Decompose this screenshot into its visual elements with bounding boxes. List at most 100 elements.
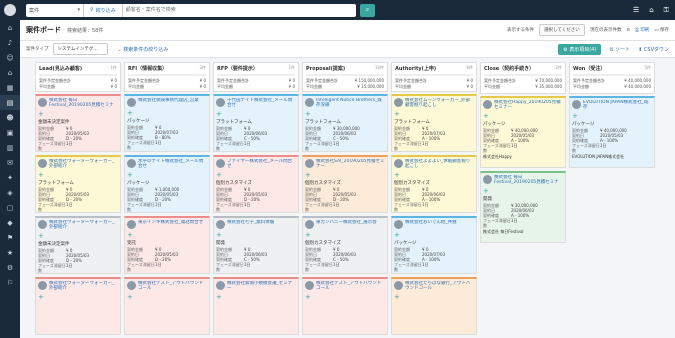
- home-icon[interactable]: ⌂: [0, 65, 20, 80]
- deal-card[interactable]: 株式会社ウォーターウォーカー_外部紹介 + プラットフォーム 契約金額 ¥ 0 契約日 20…: [35, 155, 121, 213]
- deal-name-link[interactable]: Intelligent Notice Brothers_既存深耕: [316, 98, 385, 108]
- deal-card[interactable]: 株式会社テスト_アウトバウンドコール +: [302, 277, 388, 335]
- add-icon[interactable]: +: [305, 110, 385, 118]
- filter-button[interactable]: ⚲ 絞り込み: [84, 3, 123, 17]
- print-button[interactable]: ⎙ 印刷: [635, 27, 649, 33]
- search-button[interactable]: ⌕: [360, 3, 375, 17]
- deal-name-link[interactable]: 株式会社よよよい_休眠顧客掘り起こし: [405, 159, 474, 169]
- deal-card[interactable]: 株式会社 毎日Festival_20190205見積セミナー+金額未決定案件契約…: [35, 94, 121, 152]
- deal-name-link[interactable]: 東京インキ株式会社_電話問合せ: [138, 220, 203, 225]
- bag-icon[interactable]: ◈: [0, 185, 20, 200]
- csv-download-button[interactable]: ⬇ CSVダウン: [638, 46, 669, 53]
- bell-icon[interactable]: ♪: [0, 35, 20, 50]
- add-icon[interactable]: +: [394, 110, 474, 118]
- deal-name-link[interactable]: 株式会社無償小規模会議_セミナー: [227, 281, 296, 291]
- deal-name-link[interactable]: 株式会社おいでん他_共催: [405, 220, 457, 225]
- deal-name-link[interactable]: 株式会社保険事務代理店_営業: [138, 98, 199, 103]
- add-icon[interactable]: +: [127, 171, 207, 179]
- add-icon[interactable]: +: [127, 293, 207, 301]
- flag-icon[interactable]: ⚐: [0, 275, 20, 290]
- deal-name-link[interactable]: 株式会社ムーンウォーカー_外部顧客掘り起こし: [405, 98, 474, 108]
- flag-icon[interactable]: ⚑: [0, 230, 20, 245]
- add-icon[interactable]: +: [305, 171, 385, 179]
- add-icon[interactable]: +: [216, 293, 296, 301]
- doc-icon[interactable]: ▢: [0, 200, 20, 215]
- type-select[interactable]: システムインテグ…: [52, 43, 108, 55]
- add-icon[interactable]: +: [483, 112, 563, 120]
- deal-card[interactable]: 株式会社ウォーターウォーカー_外部紹介 + 金額未決定案件 契約金額 ¥ 0 契約日 202…: [35, 216, 121, 274]
- deal-card[interactable]: 株式会社おいでん他_共催 + パッケージ 契約金額 ¥ 0 契約日 2020/07/03 契約…: [391, 216, 477, 274]
- deal-name-link[interactable]: 株式会社Happy_20190205見積セミナー: [494, 100, 563, 110]
- add-icon[interactable]: +: [216, 171, 296, 179]
- deal-card[interactable]: 水平のナイト株式会社_メール問合せ + パッケージ 契約金額 ¥ 1,000,000 契約…: [124, 155, 210, 213]
- deal-name-link[interactable]: 株式会社SAI_20190205見積セミナー: [316, 159, 385, 169]
- deal-card[interactable]: 千代田ナイト株式会社_メール問合せ + プラットフォーム 契約金額 ¥ 0 契約日 2020…: [213, 94, 299, 152]
- filter-link[interactable]: ⌄ 検索条件の絞り込み: [118, 46, 169, 53]
- deal-card[interactable]: 東カンパニー株式会社_展示会 + 個別カスタマイズ 契約金額 ¥ 0 契約日 2020/06…: [302, 216, 388, 274]
- add-icon[interactable]: +: [216, 231, 296, 239]
- deal-card[interactable]: 株式会社Happy_20190205見積セミナー + パッケージ 契約金額 ¥ 40,0…: [480, 96, 566, 168]
- deal-card[interactable]: 株式会社ウォーターウォーカー_外部紹介 +: [35, 277, 121, 335]
- building-icon[interactable]: ▦: [0, 80, 20, 95]
- star-icon[interactable]: ★: [0, 245, 20, 260]
- deal-card[interactable]: ファイヤー株式会社_メール問合せ + 個別カスタマイズ 契約金額 ¥ 0 契約日 2020/…: [213, 155, 299, 213]
- deal-name-link[interactable]: 株式会社 毎日Festival_20190205見積セミナー: [494, 175, 563, 185]
- deal-name-link[interactable]: 株式会社ウォーターウォーカー_外部紹介: [49, 159, 118, 169]
- deal-card[interactable]: 株式会社よよよい_休眠顧客掘り起こし + 個別カスタマイズ 契約金額 ¥ 0 契約日 202…: [391, 155, 477, 213]
- add-icon[interactable]: +: [38, 293, 118, 301]
- mail-icon[interactable]: ✉: [0, 155, 20, 170]
- tag-icon[interactable]: ◆: [0, 215, 20, 230]
- search-scope-select[interactable]: 案件 ▾: [26, 3, 84, 17]
- deal-name-link[interactable]: 株式会社たちばな銀行_アウトバウンドコール: [405, 281, 474, 291]
- deal-name-link[interactable]: 株式会社ウォーターウォーカー_外部紹介: [49, 220, 118, 230]
- deal-card[interactable]: 株式会社 毎日Festival_20190205見積セミナー+開発契約金額¥ 3…: [480, 171, 566, 243]
- sort-button[interactable]: ⇅ ソート: [609, 46, 630, 53]
- condition-select[interactable]: 選択してください: [539, 24, 585, 36]
- deal-name-link[interactable]: 株式会社七子_無料体験: [227, 220, 274, 225]
- deal-card[interactable]: 株式会社ムーンウォーカー_外部顧客掘り起こし + プラットフォーム 契約金額 ¥ 0 契約…: [391, 94, 477, 152]
- chart-icon[interactable]: ▥: [0, 140, 20, 155]
- deal-name-link[interactable]: EVOLUTION JAPAN株式会社_既存: [583, 100, 652, 110]
- add-icon[interactable]: +: [38, 171, 118, 179]
- display-items-button[interactable]: ⚙ 表示項目(4): [558, 43, 602, 55]
- add-icon[interactable]: +: [572, 112, 652, 120]
- deal-card[interactable]: EVOLUTION JAPAN株式会社_既存 + パッケージ 契約金額 ¥ 40,000…: [569, 96, 655, 168]
- deal-card[interactable]: 東京インキ株式会社_電話問合せ + 受託 契約金額 ¥ 0 契約日 2020/05/03 契約…: [124, 216, 210, 274]
- deal-card[interactable]: Intelligent Notice Brothers_既存深耕 + プラットフォー…: [302, 94, 388, 152]
- add-icon[interactable]: +: [394, 231, 474, 239]
- user-icon[interactable]: ☺: [0, 50, 20, 65]
- add-icon[interactable]: +: [305, 293, 385, 301]
- deal-name-link[interactable]: 東カンパニー株式会社_展示会: [316, 220, 377, 225]
- deal-card[interactable]: 株式会社無償小規模会議_セミナー +: [213, 277, 299, 335]
- deal-name-link[interactable]: 株式会社テスト_アウトバウンドコール: [138, 281, 207, 291]
- sort-icon[interactable]: ≡: [627, 28, 631, 33]
- add-icon[interactable]: +: [127, 109, 207, 117]
- deal-name-link[interactable]: 水平のナイト株式会社_メール問合せ: [138, 159, 207, 169]
- deal-card[interactable]: 株式会社七子_無料体験 + 開発 契約金額 ¥ 0 契約日 2020/06/03 契約確度 C …: [213, 216, 299, 274]
- deal-name-link[interactable]: 千代田ナイト株式会社_メール問合せ: [227, 98, 296, 108]
- settings-icon[interactable]: ⚙: [0, 260, 20, 275]
- deal-card[interactable]: 株式会社保険事務代理店_営業 + パッケージ 契約金額 ¥ 0 契約日 2020/07/03…: [124, 94, 210, 152]
- store-icon[interactable]: ⌂: [649, 6, 653, 15]
- add-icon[interactable]: +: [38, 110, 118, 118]
- people-icon[interactable]: ☻: [0, 110, 20, 125]
- add-icon[interactable]: +: [38, 232, 118, 240]
- add-icon[interactable]: +: [483, 187, 563, 195]
- bag-icon[interactable]: ⚿: [664, 6, 669, 15]
- deal-name-link[interactable]: 株式会社 毎日Festival_20190205見積セミナー: [49, 98, 118, 108]
- deal-name-link[interactable]: 株式会社ウォーターウォーカー_外部紹介: [49, 281, 118, 291]
- add-icon[interactable]: +: [216, 110, 296, 118]
- deal-card[interactable]: 株式会社SAI_20190205見積セミナー + 個別カスタマイズ 契約金額 ¥ 0 契約…: [302, 155, 388, 213]
- list-icon[interactable]: ☰: [633, 6, 639, 15]
- deal-card[interactable]: 株式会社テスト_アウトバウンドコール +: [124, 277, 210, 335]
- deal-name-link[interactable]: 株式会社テスト_アウトバウンドコール: [316, 281, 385, 291]
- add-icon[interactable]: +: [394, 293, 474, 301]
- star-icon[interactable]: ✦: [0, 170, 20, 185]
- user-avatar[interactable]: [0, 0, 20, 20]
- add-icon[interactable]: +: [394, 171, 474, 179]
- board-icon[interactable]: ▤: [0, 95, 20, 110]
- save-button[interactable]: ▭ 保存: [654, 27, 669, 33]
- calendar-icon[interactable]: ▣: [0, 125, 20, 140]
- home-icon[interactable]: ⌂: [0, 20, 20, 35]
- add-icon[interactable]: +: [127, 231, 207, 239]
